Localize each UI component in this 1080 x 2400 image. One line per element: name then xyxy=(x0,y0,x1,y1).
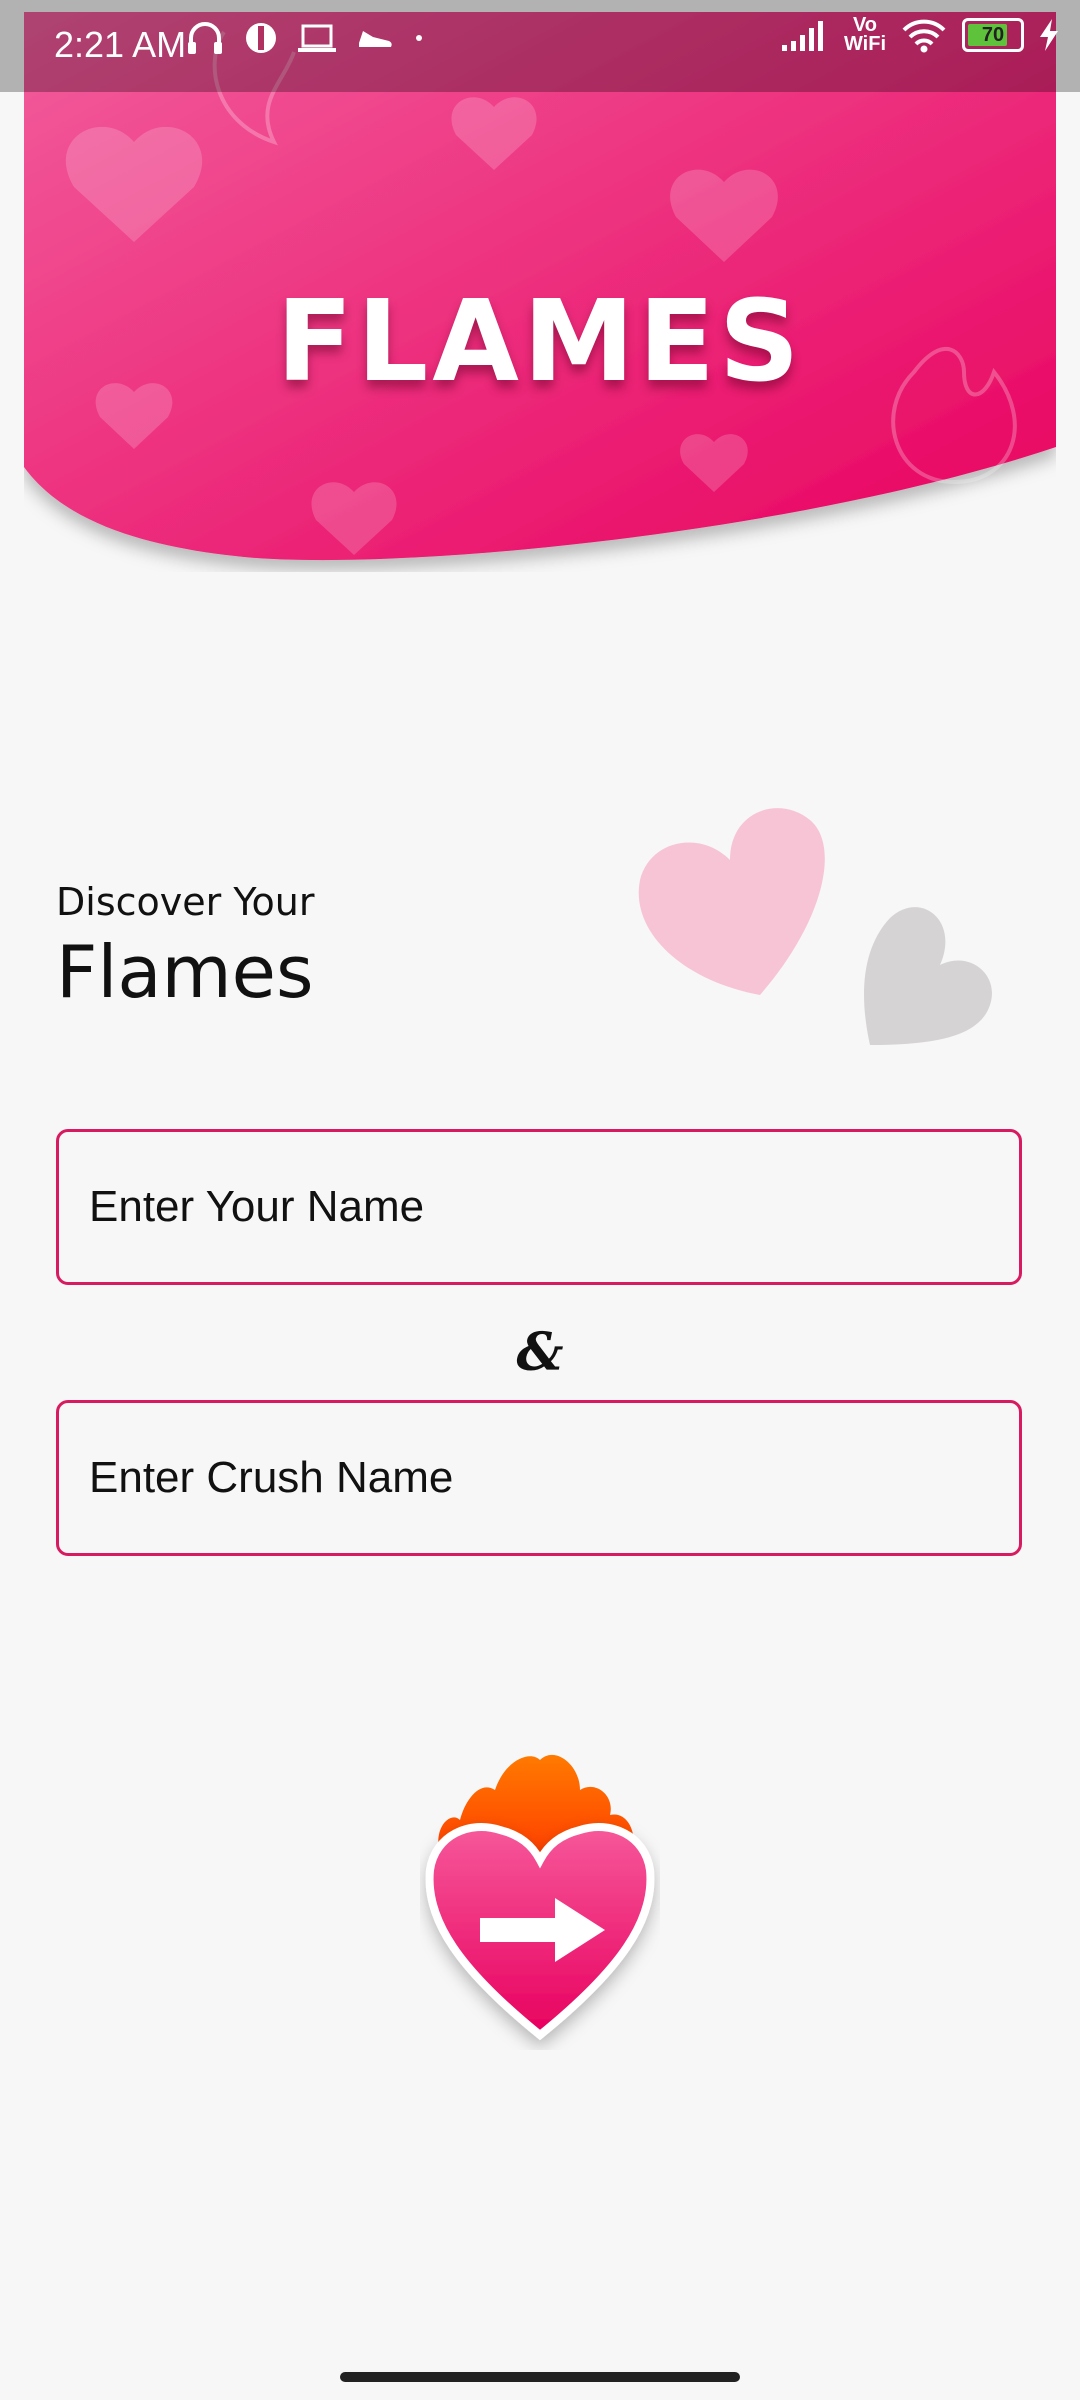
signal-icon xyxy=(781,21,823,51)
hearts-illustration xyxy=(638,808,992,1045)
headphones-icon xyxy=(188,22,222,54)
crush-name-field[interactable] xyxy=(56,1400,1022,1556)
status-time: 2:21 AM xyxy=(54,24,187,65)
vowifi-label: Vo WiFi xyxy=(843,14,886,55)
charging-icon xyxy=(1040,19,1058,51)
status-notification-icons xyxy=(185,18,425,58)
your-name-input[interactable] xyxy=(59,1132,1019,1282)
ampersand-separator: & xyxy=(516,1322,564,1383)
pink-heart-icon xyxy=(638,808,825,995)
wifi-icon xyxy=(902,19,946,53)
shoe-icon xyxy=(359,31,392,47)
crush-name-input[interactable] xyxy=(59,1403,1019,1553)
dot-icon xyxy=(416,35,422,41)
your-name-field[interactable] xyxy=(56,1129,1022,1285)
calculate-flames-button[interactable] xyxy=(420,1750,660,2050)
intro-title: Flames xyxy=(56,930,314,1014)
intro-subtitle: Discover Your xyxy=(56,880,315,924)
battery-level: 70 xyxy=(981,23,1005,46)
gray-heart-icon xyxy=(864,907,992,1045)
home-indicator[interactable] xyxy=(340,2372,740,2382)
laptop-icon xyxy=(298,24,336,52)
status-system-icons: Vo WiFi 70 xyxy=(780,14,1060,55)
app-title: FLAMES xyxy=(276,277,804,407)
battery-icon: 70 xyxy=(962,18,1024,52)
status-bar: 2:21 AM Vo WiFi 70 xyxy=(0,0,1080,92)
flaming-heart-arrow-icon xyxy=(425,1754,655,2041)
header-banner: FLAMES xyxy=(24,12,1056,572)
app-notification-icon xyxy=(246,23,276,53)
